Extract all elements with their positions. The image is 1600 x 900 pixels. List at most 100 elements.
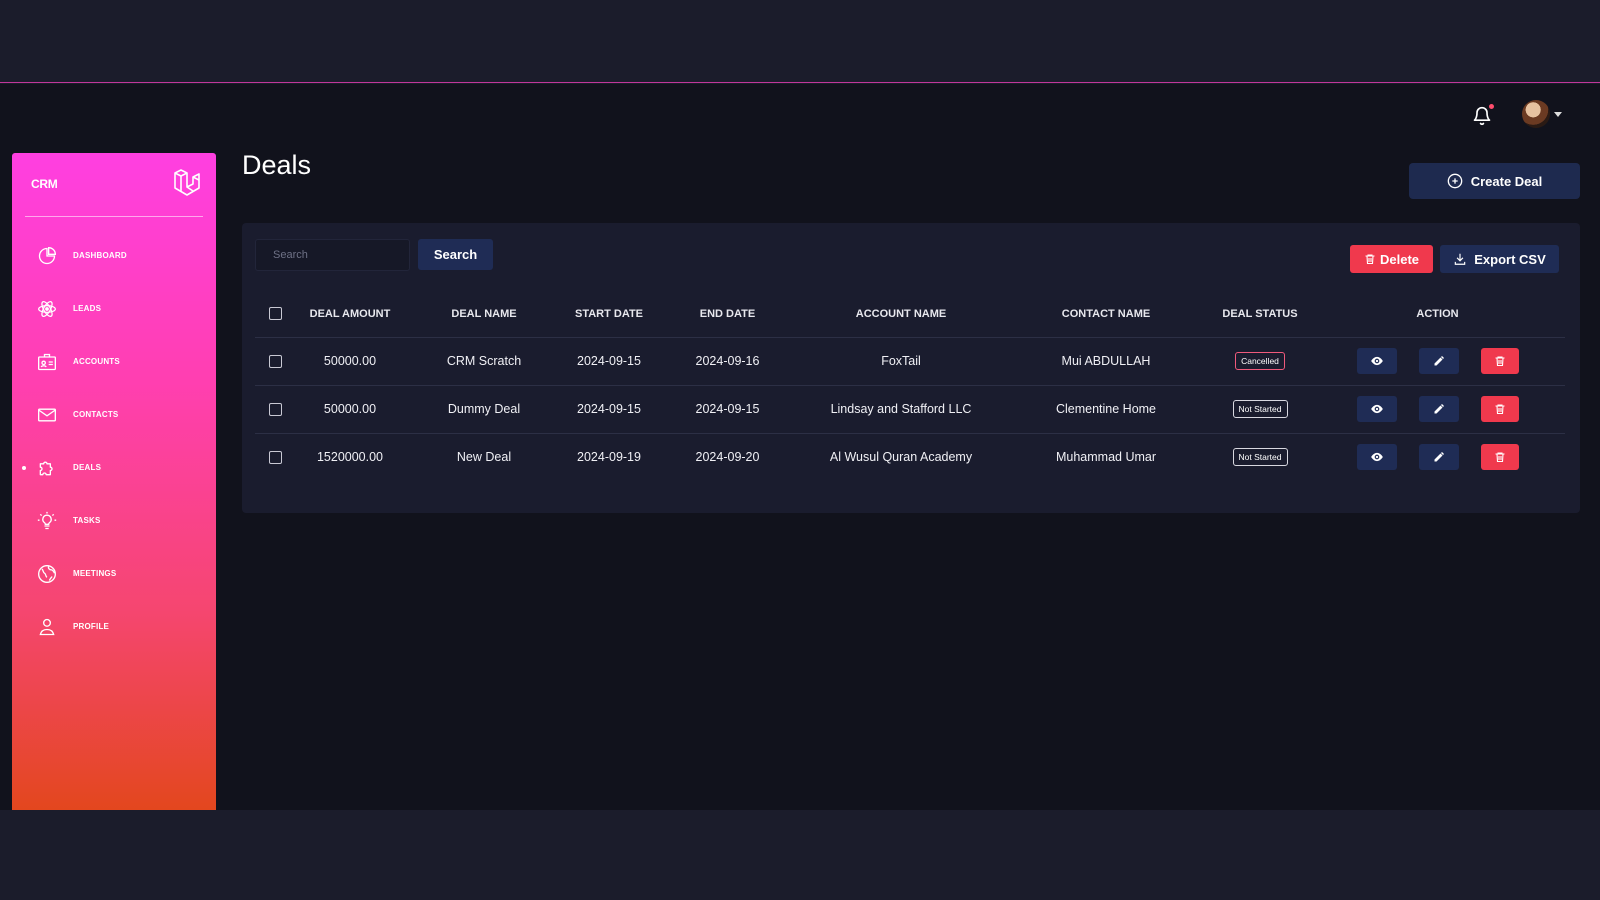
column-header[interactable]: CONTACT NAME (1002, 291, 1210, 338)
bottom-bar-backdrop (0, 810, 1600, 900)
column-header: ACTION (1310, 291, 1565, 338)
action-cell (1310, 385, 1565, 434)
delete-label: Delete (1379, 251, 1420, 267)
edit-button[interactable] (1418, 348, 1459, 374)
download-icon (1454, 253, 1466, 265)
delete-row-button[interactable] (1480, 444, 1519, 471)
deal-amount: 50000.00 (295, 337, 405, 386)
action-cell (1310, 337, 1565, 386)
pencil-icon (1434, 404, 1444, 414)
table-header-row: DEAL AMOUNT DEAL NAME START DATE END DAT… (255, 291, 1565, 338)
eye-icon (1370, 356, 1383, 366)
trash-icon (1495, 356, 1504, 367)
row-checkbox[interactable] (268, 451, 282, 465)
sidebar-item-label: DASHBOARD (73, 251, 127, 260)
start-date: 2024-09-19 (577, 450, 641, 465)
view-button[interactable] (1356, 444, 1397, 471)
pie-chart-icon (36, 245, 58, 267)
search-input[interactable] (255, 239, 410, 271)
column-header[interactable]: DEAL AMOUNT (295, 291, 405, 338)
column-header[interactable]: DEAL STATUS (1210, 291, 1310, 338)
chevron-down-icon (1554, 111, 1562, 117)
sidebar-item-profile[interactable]: PROFILE (12, 600, 216, 653)
column-header[interactable]: END DATE (655, 291, 800, 338)
deal-status-cell: Not Started (1210, 385, 1310, 434)
sidebar: CRM DASHBOARD LEADS ACCOUNTS CONTACTS DE… (12, 153, 216, 810)
sidebar-item-label: ACCOUNTS (73, 357, 120, 366)
plus-circle-icon (1447, 173, 1463, 189)
brand-name: CRM (31, 177, 58, 191)
row-checkbox[interactable] (268, 403, 282, 417)
pencil-icon (1434, 452, 1444, 462)
sidebar-item-dashboard[interactable]: DASHBOARD (12, 229, 216, 282)
sidebar-item-label: TASKS (73, 516, 101, 525)
user-avatar (1522, 100, 1550, 128)
pencil-icon (1434, 356, 1444, 366)
start-date: 2024-09-15 (563, 337, 655, 386)
atom-icon (36, 298, 58, 320)
deal-name: Dummy Deal (405, 385, 563, 434)
sidebar-item-accounts[interactable]: ACCOUNTS (12, 335, 216, 388)
select-all-checkbox[interactable] (268, 307, 282, 321)
search-button[interactable]: Search (418, 239, 493, 270)
row-select-cell (255, 385, 295, 434)
id-card-icon (36, 351, 58, 373)
table-row: 1520000.00 New Deal 2024-09-19 2024-09-2… (255, 433, 1565, 481)
sidebar-item-label: MEETINGS (73, 569, 117, 578)
user-menu[interactable] (1522, 100, 1562, 128)
create-deal-label: Create Deal (1470, 173, 1543, 189)
trash-icon (1495, 452, 1504, 463)
contact-name: Mui ABDULLAH (1002, 337, 1210, 386)
deal-name: New Deal (456, 450, 512, 465)
table-row: 50000.00 Dummy Deal 2024-09-15 2024-09-1… (255, 385, 1565, 434)
column-header[interactable]: DEAL NAME (405, 291, 563, 338)
status-badge: Cancelled (1235, 352, 1285, 370)
view-button[interactable] (1356, 396, 1397, 422)
delete-button[interactable]: Delete (1350, 245, 1433, 273)
export-csv-button[interactable]: Export CSV (1440, 245, 1559, 273)
delete-row-button[interactable] (1480, 348, 1519, 374)
sidebar-item-label: LEADS (73, 304, 102, 313)
export-csv-label: Export CSV (1474, 251, 1546, 267)
edit-button[interactable] (1418, 396, 1459, 422)
sidebar-nav: DASHBOARD LEADS ACCOUNTS CONTACTS DEALS … (12, 229, 216, 653)
sidebar-item-label: CONTACTS (73, 410, 119, 419)
column-header[interactable]: START DATE (563, 291, 655, 338)
trash-icon (1495, 404, 1504, 415)
eye-icon (1370, 404, 1383, 414)
select-all-cell (255, 291, 295, 338)
deals-table: DEAL AMOUNT DEAL NAME START DATE END DAT… (255, 291, 1565, 481)
page-title: Deals (242, 150, 312, 180)
bulb-icon (36, 510, 58, 532)
delete-row-button[interactable] (1480, 396, 1519, 422)
end-date: 2024-09-20 (695, 450, 760, 465)
sidebar-item-contacts[interactable]: CONTACTS (12, 388, 216, 441)
app-window: CRM DASHBOARD LEADS ACCOUNTS CONTACTS DE… (0, 84, 1600, 810)
view-button[interactable] (1356, 348, 1397, 374)
deal-amount: 50000.00 (295, 385, 405, 434)
bell-icon (1473, 106, 1491, 126)
status-badge: Not Started (1232, 448, 1288, 467)
sidebar-item-label: PROFILE (73, 622, 110, 631)
create-deal-button[interactable]: Create Deal (1409, 163, 1580, 199)
deal-amount: 1520000.00 (316, 450, 384, 465)
row-checkbox[interactable] (268, 355, 282, 369)
table-row: 50000.00 CRM Scratch 2024-09-15 2024-09-… (255, 337, 1565, 386)
top-bar-backdrop (0, 0, 1600, 83)
sidebar-item-meetings[interactable]: MEETINGS (12, 547, 216, 600)
status-badge: Not Started (1232, 400, 1288, 418)
notifications-button[interactable] (1470, 104, 1494, 128)
column-header[interactable]: ACCOUNT NAME (800, 291, 1002, 338)
sidebar-item-label: DEALS (73, 463, 102, 472)
edit-button[interactable] (1418, 444, 1459, 471)
contact-name: Clementine Home (1002, 385, 1210, 434)
sidebar-item-tasks[interactable]: TASKS (12, 494, 216, 547)
notification-badge (1489, 104, 1494, 109)
account-name: Al Wusul Quran Academy (829, 450, 973, 465)
deal-status-cell: Not Started (1210, 433, 1310, 481)
action-cell (1310, 433, 1565, 481)
sidebar-item-deals[interactable]: DEALS (12, 441, 216, 494)
row-select-cell (255, 337, 295, 386)
eye-icon (1370, 453, 1383, 462)
sidebar-item-leads[interactable]: LEADS (12, 282, 216, 335)
